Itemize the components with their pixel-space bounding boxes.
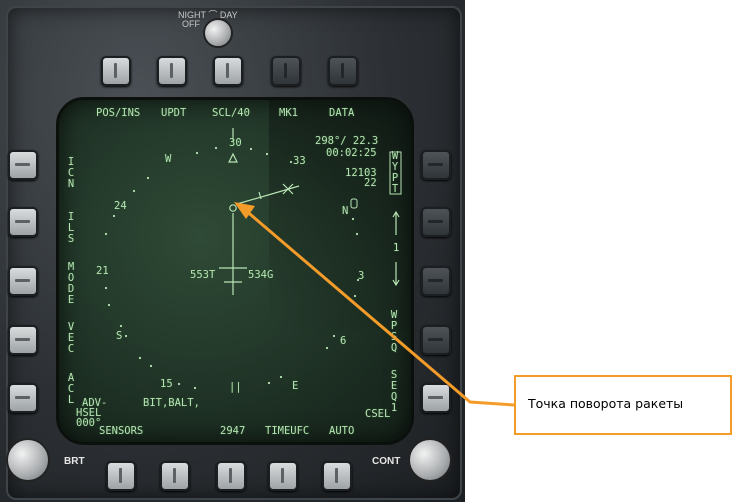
callout-box: Точка поворота ракеты bbox=[514, 375, 732, 435]
callout-text: Точка поворота ракеты bbox=[528, 396, 684, 411]
